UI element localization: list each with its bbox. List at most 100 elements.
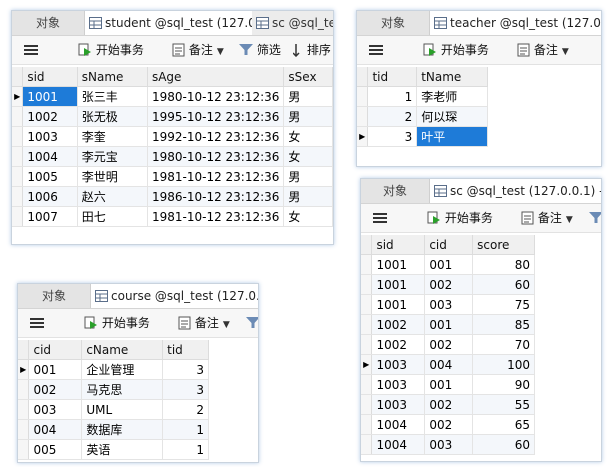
table-row[interactable]: 1003 李奎 1992-10-12 23:12:36 女 [12,126,333,147]
table-cell[interactable]: 3 [367,126,418,147]
table-cell[interactable]: 100 [472,354,535,375]
table-cell[interactable]: 1004 [22,146,78,167]
table-row[interactable]: 1001 001 80 [361,254,535,275]
row-indicator[interactable] [18,419,30,440]
row-indicator[interactable] [361,434,373,455]
row-indicator[interactable] [12,106,24,127]
table-row[interactable]: 1006 赵六 1986-10-12 23:12:36 男 [12,186,333,207]
table-cell[interactable]: 1980-10-12 23:12:36 [147,86,285,107]
row-indicator[interactable] [12,166,24,187]
table-row[interactable]: 2 何以琛 [357,106,488,127]
table-cell[interactable]: 女 [283,126,333,147]
table-cell[interactable]: 80 [472,254,535,275]
table-cell[interactable]: 李世明 [77,166,148,187]
row-indicator[interactable] [12,206,24,227]
table-cell[interactable]: 男 [283,186,333,207]
column-header-score[interactable]: score [472,235,535,255]
note-button[interactable]: 备注 ▼ [517,36,569,64]
row-indicator[interactable] [361,254,373,275]
table-cell[interactable]: 1 [162,439,209,460]
filter-button[interactable]: 筛选 [239,36,281,64]
table-cell[interactable]: 002 [424,394,474,415]
row-indicator[interactable] [357,86,369,107]
table-cell[interactable]: 3 [162,359,209,380]
table-cell[interactable]: 001 [28,359,83,380]
table-cell[interactable]: 003 [28,399,83,420]
table-cell[interactable]: 男 [283,86,333,107]
row-indicator[interactable] [361,394,373,415]
tab-teacher[interactable]: teacher @sql_test (127.0... [430,11,601,35]
table-cell[interactable]: 1005 [22,166,78,187]
table-cell[interactable]: 何以琛 [416,106,488,127]
column-header-tname[interactable]: tName [416,67,488,87]
table-cell[interactable]: 1002 [371,334,426,355]
table-cell[interactable]: 004 [424,354,474,375]
table-cell[interactable]: 1003 [371,374,426,395]
table-cell[interactable]: 1992-10-12 23:12:36 [147,126,285,147]
table-cell[interactable]: 1002 [371,314,426,335]
table-cell[interactable]: 002 [28,379,83,400]
table-cell[interactable]: 1003 [371,354,426,375]
table-cell[interactable]: 1001 [371,294,426,315]
column-header-cid[interactable]: cid [28,340,83,360]
table-cell[interactable]: 003 [424,434,474,455]
row-indicator[interactable] [361,414,373,435]
tab-objects[interactable]: 对象 [12,11,85,35]
table-row[interactable]: 1 李老师 [357,86,488,107]
table-row[interactable]: 1001 003 75 [361,294,535,315]
table-row[interactable]: 1007 田七 1981-10-12 23:12:36 女 [12,206,333,227]
table-cell[interactable]: 1004 [371,414,426,435]
menu-button[interactable] [369,36,383,64]
table-row[interactable]: 1004 003 60 [361,434,535,455]
table-cell[interactable]: 1006 [22,186,78,207]
table-cell[interactable]: 企业管理 [81,359,164,380]
table-cell[interactable]: 女 [283,206,333,227]
table-row[interactable]: ▶ 001 企业管理 3 [18,359,209,380]
table-cell[interactable]: 85 [472,314,535,335]
filter-button[interactable] [246,309,258,337]
table-cell[interactable]: 2 [162,399,209,420]
table-row[interactable]: 1005 李世明 1981-10-12 23:12:36 男 [12,166,333,187]
table-cell[interactable]: 赵六 [77,186,148,207]
table-cell[interactable]: 1007 [22,206,78,227]
table-cell[interactable]: 女 [283,146,333,167]
table-cell[interactable]: 3 [162,379,209,400]
tab-course[interactable]: course @sql_test (127.0.... [91,284,258,308]
row-indicator[interactable]: ▶ [361,354,373,375]
table-cell[interactable]: 数据库 [81,419,164,440]
sort-button[interactable]: 排序 [292,36,331,64]
row-indicator[interactable] [361,294,373,315]
table-cell[interactable]: 75 [472,294,535,315]
table-row[interactable]: 1002 001 85 [361,314,535,335]
table-cell[interactable]: 1003 [371,394,426,415]
table-cell[interactable]: 张三丰 [77,86,148,107]
table-cell[interactable]: 1002 [22,106,78,127]
row-indicator[interactable] [18,399,30,420]
row-indicator[interactable]: ▶ [12,86,24,107]
row-indicator[interactable] [18,379,30,400]
tab-student[interactable]: student @sql_test (127.0.... [85,11,256,35]
table-cell[interactable]: 2 [367,106,418,127]
table-row[interactable]: 1003 001 90 [361,374,535,395]
table-cell[interactable]: 1 [162,419,209,440]
table-cell[interactable]: 1003 [22,126,78,147]
note-button[interactable]: 备注 ▼ [178,309,230,337]
table-cell[interactable]: 1981-10-12 23:12:36 [147,206,285,227]
table-cell[interactable]: 1980-10-12 23:12:36 [147,146,285,167]
tab-sc[interactable]: sc @sql_te [252,11,333,35]
table-cell[interactable]: 李元宝 [77,146,148,167]
row-indicator[interactable] [357,106,369,127]
column-header-ssex[interactable]: sSex [283,67,333,87]
table-cell[interactable]: UML [81,399,164,420]
table-cell[interactable]: 李老师 [416,86,488,107]
table-cell[interactable]: 1 [367,86,418,107]
table-row[interactable]: 1004 李元宝 1980-10-12 23:12:36 女 [12,146,333,167]
table-cell[interactable]: 1995-10-12 23:12:36 [147,106,285,127]
table-cell[interactable]: 1001 [371,254,426,275]
table-cell[interactable]: 004 [28,419,83,440]
table-row[interactable]: 1004 002 65 [361,414,535,435]
tab-objects[interactable]: 对象 [18,284,91,308]
table-cell[interactable]: 男 [283,106,333,127]
row-indicator[interactable] [12,126,24,147]
column-header-tid[interactable]: tid [162,340,209,360]
